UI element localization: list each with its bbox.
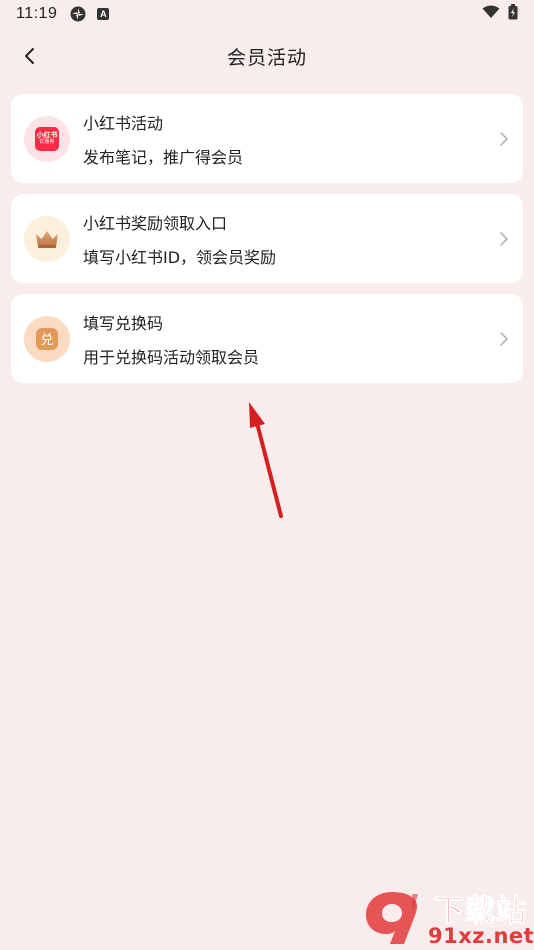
card-title: 填写兑换码 xyxy=(83,313,164,333)
card-text: 填写兑换码 用于兑换码活动领取会员 xyxy=(83,310,259,368)
battery-icon xyxy=(508,4,518,24)
header: 会员活动 xyxy=(0,36,534,76)
back-button[interactable] xyxy=(16,42,44,70)
wifi-icon xyxy=(482,5,500,23)
status-bar: 11:19 A xyxy=(0,0,534,28)
card-text: 小红书奖励领取入口 填写小红书ID，领会员奖励 xyxy=(83,210,276,268)
chevron-right-icon xyxy=(500,232,508,246)
card-text: 小红书活动 发布笔记，推广得会员 xyxy=(83,110,243,168)
card-subtitle: 发布笔记，推广得会员 xyxy=(83,147,244,167)
a-notification-icon: A xyxy=(97,8,110,20)
card-title: 小红书活动 xyxy=(83,113,164,133)
xiaohongshu-logo-icon: 小红书 优惠券 xyxy=(24,115,70,162)
page-title: 会员活动 xyxy=(226,46,307,69)
watermark-logo-icon xyxy=(366,892,418,944)
redeem-badge: 兑 xyxy=(36,327,58,350)
sync-status-icon xyxy=(69,5,87,23)
redeem-icon: 兑 xyxy=(24,315,70,362)
annotation-arrow-icon xyxy=(249,402,283,518)
back-arrow-icon xyxy=(25,48,34,64)
crown-icon xyxy=(24,215,70,262)
card-xiaohongshu-reward[interactable]: 小红书奖励领取入口 填写小红书ID，领会员奖励 xyxy=(11,194,523,283)
card-xiaohongshu-activity[interactable]: 小红书 优惠券 小红书活动 发布笔记，推广得会员 xyxy=(11,94,523,183)
xiaohongshu-logo: 小红书 优惠券 xyxy=(35,126,59,151)
card-subtitle: 填写小红书ID，领会员奖励 xyxy=(83,247,277,267)
watermark-bottom-text: 91xz.net xyxy=(428,924,534,948)
xiaohongshu-logo-small: 优惠券 xyxy=(39,138,55,145)
card-subtitle: 用于兑换码活动领取会员 xyxy=(83,347,260,367)
page: 11:19 A 会员活动 小红书 优惠券 小红书活动 发布笔记，推广得会员 小红… xyxy=(0,0,534,950)
status-right xyxy=(482,4,518,24)
chevron-right-icon xyxy=(500,132,508,146)
watermark: 下载站 91xz.net xyxy=(360,886,534,950)
card-redeem-code[interactable]: 兑 填写兑换码 用于兑换码活动领取会员 xyxy=(11,294,523,383)
status-time: 11:19 xyxy=(16,5,58,22)
chevron-right-icon xyxy=(500,332,508,346)
crown-shape xyxy=(36,230,58,248)
card-title: 小红书奖励领取入口 xyxy=(83,213,228,233)
